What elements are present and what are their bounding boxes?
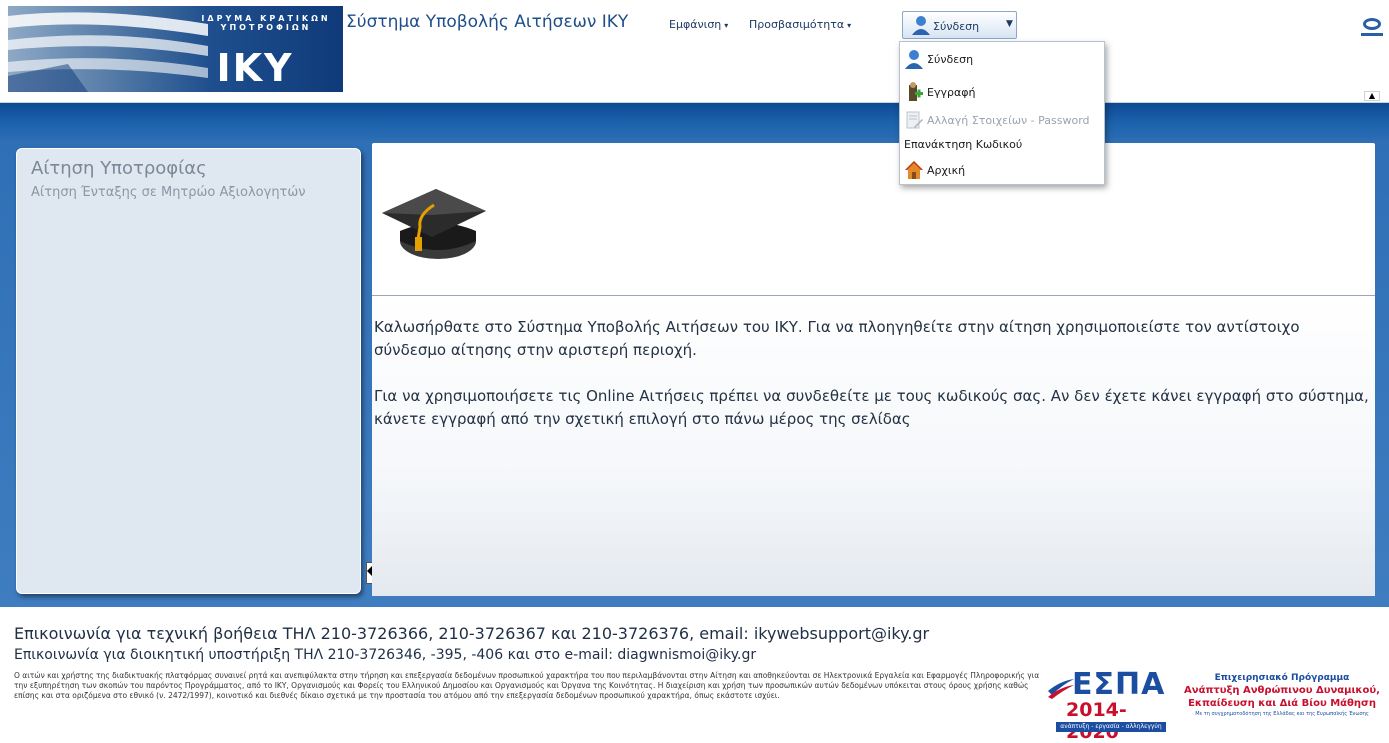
menu-item-recover-password-label: Επανάκτηση Κωδικού [904, 138, 1023, 151]
menu-appearance-label: Εμφάνιση [669, 18, 722, 31]
menu-item-home[interactable]: Αρχική [900, 157, 1104, 183]
admin-support-contact: Επικοινωνία για διοικητική υποστήριξη ΤΗ… [14, 647, 757, 663]
menu-accessibility[interactable]: Προσβασιμότητα ▾ [749, 18, 851, 31]
user-icon [912, 16, 930, 35]
sidebar-link-evaluator-registry[interactable]: Αίτηση Ένταξης σε Μητρώο Αξιολογητών [31, 185, 306, 200]
graduation-cap-icon [382, 189, 486, 259]
menu-item-login[interactable]: Σύνδεση [900, 46, 1104, 72]
menu-item-change-password: Αλλαγή Στοιχείων - Password [900, 107, 1104, 133]
logo-text: ΙΔΡΥΜΑ ΚΡΑΤΙΚΩΝ ΥΠΟΤΡΟΦΙΩΝ [201, 14, 331, 32]
espa-logo: ΕΣΠΑ 2014-2020 ανάπτυξη - εργασία - αλλη… [1046, 667, 1168, 743]
menu-appearance[interactable]: Εμφάνιση ▾ [669, 18, 728, 31]
welcome-text-2: Για να χρησιμοποιήσετε τις Online Αιτήσε… [374, 387, 1369, 428]
greek-flag-graphic [8, 12, 208, 92]
espa-years: 2014-2020 [1066, 699, 1127, 743]
footer: Επικοινωνία για τεχνική βοήθεια ΤΗΛ 210-… [0, 607, 1389, 743]
sidebar-link-scholarship-application[interactable]: Αίτηση Υποτροφίας [31, 158, 207, 179]
header: ΙΔΡΥΜΑ ΚΡΑΤΙΚΩΝ ΥΠΟΤΡΟΦΙΩΝ IKY Σύστημα Υ… [0, 0, 1389, 103]
menu-item-home-label: Αρχική [927, 164, 966, 177]
collapse-header-button[interactable]: ▲ [1364, 91, 1380, 101]
op-small-print: Με τη συγχρηματοδότηση της Ελλάδας και τ… [1195, 711, 1369, 717]
iky-logo[interactable]: ΙΔΡΥΜΑ ΚΡΑΤΙΚΩΝ ΥΠΟΤΡΟΦΙΩΝ IKY [8, 6, 343, 92]
loading-ring-underline [1361, 33, 1383, 36]
op-line-1: Ανάπτυξη Ανθρώπινου Δυναμικού, [1184, 685, 1380, 696]
register-icon [909, 82, 923, 101]
welcome-text-1: Καλωσήρθατε στο Σύστημα Υποβολής Αιτήσεω… [374, 318, 1300, 359]
menu-item-change-password-label: Αλλαγή Στοιχείων - Password [927, 114, 1090, 127]
op-title: Επιχειρησιακό Πρόγραμμα [1214, 673, 1350, 683]
caret-down-icon: ▾ [724, 21, 729, 30]
tech-support-contact: Επικοινωνία για τεχνική βοήθεια ΤΗΛ 210-… [14, 624, 930, 643]
login-button-label: Σύνδεση [933, 20, 980, 33]
user-icon [905, 50, 923, 69]
main-content-panel: Καλωσήρθατε στο Σύστημα Υποβολής Αιτήσεω… [372, 143, 1375, 596]
espa-tagline: ανάπτυξη - εργασία - αλληλεγγύη [1056, 722, 1166, 732]
loading-ring-icon[interactable] [1363, 18, 1381, 30]
menu-item-recover-password[interactable]: Επανάκτηση Κωδικού [900, 131, 1104, 157]
caret-down-icon: ▼ [1006, 19, 1013, 29]
menu-item-login-label: Σύνδεση [927, 53, 974, 66]
login-dropdown-menu: Σύνδεση Εγγραφή Αλλαγή Στοιχείων - Passw… [899, 41, 1105, 185]
welcome-section: Καλωσήρθατε στο Σύστημα Υποβολής Αιτήσεω… [372, 295, 1375, 596]
menu-accessibility-label: Προσβασιμότητα [749, 18, 845, 31]
operational-programme-logo: Επιχειρησιακό Πρόγραμμα Ανάπτυξη Ανθρώπι… [1180, 673, 1384, 733]
logo-iky: IKY [216, 46, 294, 90]
home-icon [905, 161, 923, 179]
espa-title: ΕΣΠΑ [1072, 667, 1166, 702]
sidebar-panel: Αίτηση Υποτροφίας Αίτηση Ένταξης σε Μητρ… [16, 148, 361, 594]
espa-swoosh-icon [1048, 679, 1074, 699]
app-title: Σύστημα Υποβολής Αιτήσεων ΙΚΥ [346, 12, 629, 32]
login-button[interactable]: Σύνδεση ▼ [902, 11, 1017, 39]
op-line-2: Εκπαίδευση και Διά Βίου Μάθηση [1188, 698, 1376, 709]
menu-item-register-label: Εγγραφή [927, 86, 976, 99]
edit-document-icon [906, 111, 923, 129]
privacy-notice: Ο αιτών και χρήστης της διαδικτυακής πλα… [14, 671, 1040, 700]
caret-down-icon: ▾ [847, 21, 852, 30]
menu-item-register[interactable]: Εγγραφή [900, 79, 1104, 105]
